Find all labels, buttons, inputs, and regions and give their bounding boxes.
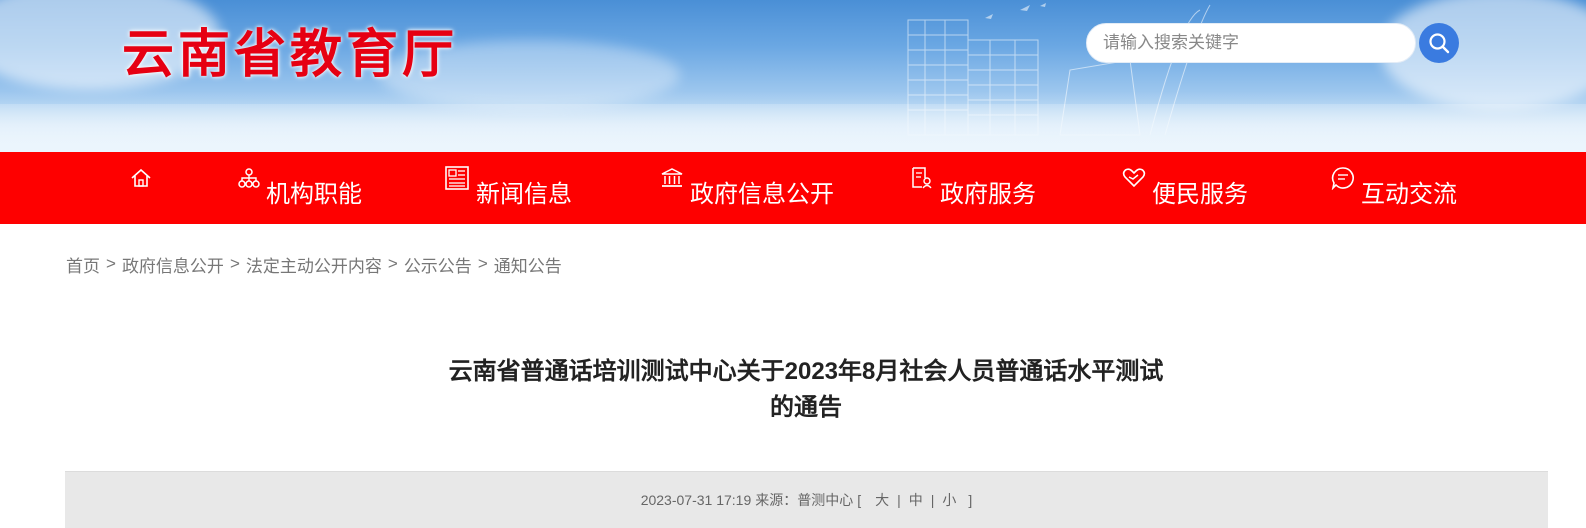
banner-haze — [0, 104, 1586, 152]
nav-label: 政府服务 — [940, 180, 1036, 208]
breadcrumb: 首页 > 政府信息公开 > 法定主动公开内容 > 公示公告 > 通知公告 — [66, 252, 562, 276]
nav-item-news[interactable]: 新闻信息 — [444, 152, 572, 224]
main-nav: 机构职能 新闻信息 政府信息公开 政府服务 便民服务 互动交流 — [0, 152, 1586, 224]
heart-hand-icon — [1122, 167, 1146, 196]
site-title[interactable]: 云南省教育厅 — [122, 12, 458, 87]
article-title-line: 的通告 — [770, 394, 842, 421]
separator-pipe: | — [897, 492, 901, 508]
breadcrumb-public-announcements[interactable]: 公示公告 — [404, 252, 472, 277]
nav-label: 机构职能 — [266, 180, 362, 208]
government-building-icon — [660, 167, 684, 196]
nav-label: 政府信息公开 — [690, 180, 834, 208]
nav-label: 便民服务 — [1152, 180, 1248, 208]
bracket-close: ] — [968, 492, 973, 508]
breadcrumb-separator: > — [106, 254, 116, 273]
source-value: 普测中心 — [797, 492, 854, 508]
breadcrumb-notices[interactable]: 通知公告 — [494, 252, 562, 277]
service-document-icon — [910, 166, 934, 197]
org-chart-icon — [238, 167, 260, 196]
font-size-small-button[interactable]: 小 — [942, 490, 956, 510]
nav-item-institution-functions[interactable]: 机构职能 — [238, 152, 362, 224]
article-meta-bar: 2023-07-31 17:19 来源： 普测中心 [ 大 | 中 | 小 ] — [65, 471, 1548, 528]
breadcrumb-separator: > — [229, 254, 240, 273]
separator-pipe: | — [930, 492, 935, 508]
bracket-open: [ — [857, 492, 862, 508]
search-button[interactable] — [1419, 23, 1459, 63]
breadcrumb-separator: > — [387, 254, 398, 273]
source-label: 来源： — [755, 492, 798, 508]
nav-item-home[interactable] — [130, 152, 158, 224]
header-banner: 云南省教育厅 — [0, 0, 1586, 152]
breadcrumb-separator: > — [477, 254, 488, 273]
nav-label: 新闻信息 — [476, 180, 572, 208]
chat-bubble-icon — [1331, 166, 1355, 197]
nav-item-interaction[interactable]: 互动交流 — [1331, 152, 1457, 224]
breadcrumb-gov-info-disclosure[interactable]: 政府信息公开 — [122, 252, 224, 277]
nav-item-gov-services[interactable]: 政府服务 — [910, 152, 1036, 224]
nav-label: 互动交流 — [1361, 180, 1457, 208]
font-size-large-button[interactable]: 大 — [875, 490, 889, 510]
article-title: 云南省普通话培训测试中心关于2023年8月社会人员普通话水平测试 的通告 — [420, 354, 1192, 426]
nav-item-citizen-services[interactable]: 便民服务 — [1122, 152, 1248, 224]
search-icon — [1429, 33, 1450, 54]
breadcrumb-home[interactable]: 首页 — [66, 252, 100, 277]
article-title-line: 云南省普通话培训测试中心关于2023年8月社会人员普通话水平测试 — [448, 358, 1164, 385]
nav-item-gov-info-disclosure[interactable]: 政府信息公开 — [660, 152, 834, 224]
newspaper-icon — [444, 165, 470, 198]
publish-date: 2023-07-31 17:19 — [640, 492, 752, 508]
breadcrumb-statutory-disclosure[interactable]: 法定主动公开内容 — [246, 252, 382, 277]
search-input[interactable] — [1086, 23, 1416, 63]
font-size-medium-button[interactable]: 中 — [909, 490, 923, 510]
home-icon — [130, 167, 152, 196]
